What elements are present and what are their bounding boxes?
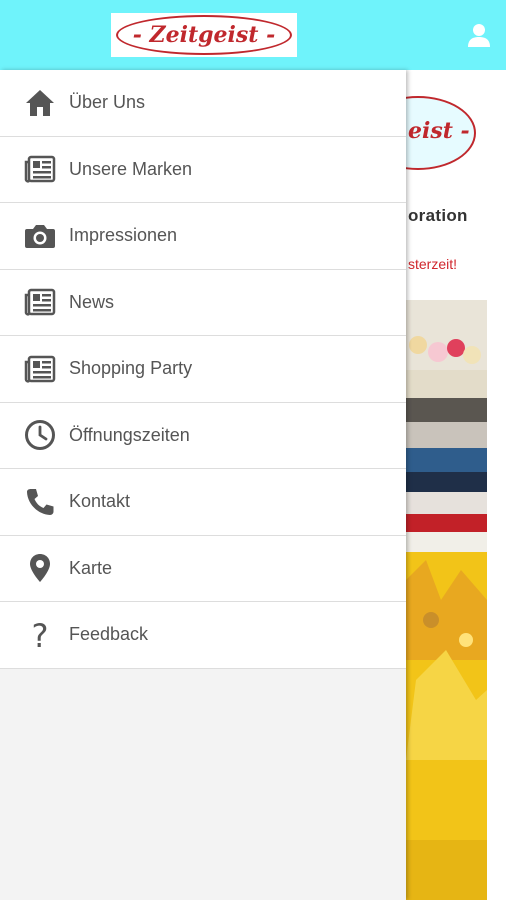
menu-item-label: Impressionen (69, 225, 178, 246)
menu-item-impressionen[interactable]: Impressionen (0, 203, 406, 270)
menu-item-shopping-party[interactable]: Shopping Party (0, 336, 406, 403)
question-icon: ? (21, 616, 59, 654)
newspaper-icon (21, 283, 59, 321)
menu-item-label: Shopping Party (69, 358, 193, 379)
menu-item-label: Kontakt (69, 491, 131, 512)
phone-icon (21, 483, 59, 521)
home-icon (21, 84, 59, 122)
menu-item-feedback[interactable]: ? Feedback (0, 602, 406, 669)
map-pin-icon (21, 549, 59, 587)
logo-text: - Zeitgeist - (132, 22, 276, 48)
menu-item-label: Öffnungszeiten (69, 424, 190, 445)
menu-item-karte[interactable]: Karte (0, 535, 406, 602)
menu-item-label: Über Uns (69, 92, 146, 113)
menu-item-label: Feedback (69, 624, 149, 645)
boutique-photo (406, 300, 487, 900)
newspaper-icon (21, 150, 59, 188)
background-red-text: sterzeit! (408, 256, 458, 272)
menu-item-label: Unsere Marken (69, 158, 193, 179)
menu-item-ueber-uns[interactable]: Über Uns (0, 70, 406, 137)
drawer-menu: Über Uns Unsere Marken Impressionen News… (0, 70, 406, 669)
camera-icon (21, 217, 59, 255)
navigation-drawer: Über Uns Unsere Marken Impressionen News… (0, 70, 406, 900)
menu-item-news[interactable]: News (0, 269, 406, 336)
brand-logo[interactable]: - Zeitgeist - (111, 13, 297, 57)
menu-item-kontakt[interactable]: Kontakt (0, 469, 406, 536)
logo-ellipse: - Zeitgeist - (116, 15, 292, 55)
menu-item-unsere-marken[interactable]: Unsere Marken (0, 136, 406, 203)
newspaper-icon (21, 350, 59, 388)
menu-item-label: Karte (69, 557, 113, 578)
background-logo-text: eist - (408, 118, 470, 144)
background-heading: oration (408, 206, 468, 225)
clock-icon (21, 416, 59, 454)
app-header: - Zeitgeist - (0, 0, 506, 70)
svg-text:?: ? (32, 618, 49, 652)
user-icon[interactable] (466, 22, 492, 48)
menu-item-oeffnungszeiten[interactable]: Öffnungszeiten (0, 402, 406, 469)
menu-item-label: News (69, 291, 115, 312)
